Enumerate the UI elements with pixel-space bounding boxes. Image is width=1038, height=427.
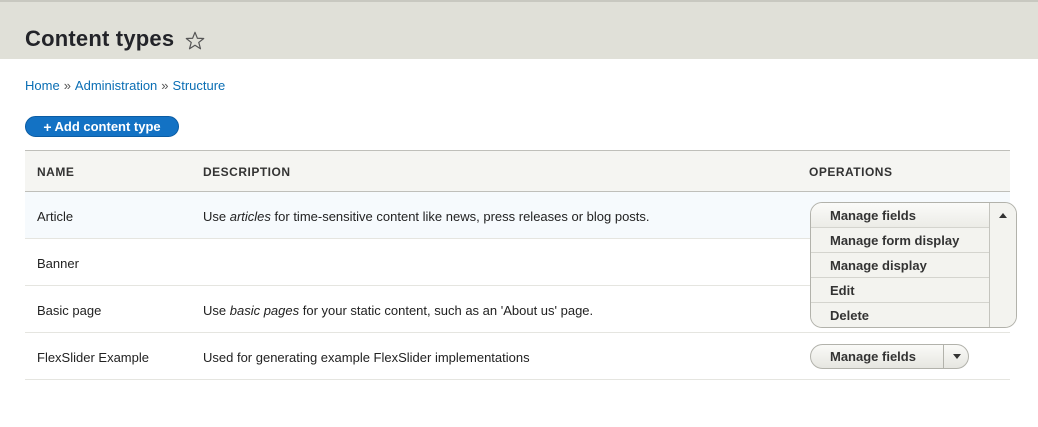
table-header: NAME DESCRIPTION OPERATIONS — [25, 150, 1010, 192]
row-description: Use articles for time-sensitive content … — [203, 209, 650, 224]
operations-dropdown-menu: Manage fields Manage form display Manage… — [810, 202, 1017, 328]
row-description: Used for generating example FlexSlider i… — [203, 350, 530, 365]
row-name: Article — [37, 209, 74, 224]
menu-item-manage-form-display[interactable]: Manage form display — [811, 228, 991, 253]
page-header: Content types — [0, 0, 1038, 59]
breadcrumb-separator: » — [63, 78, 71, 93]
table-row: FlexSlider Example Used for generating e… — [25, 333, 1010, 380]
plus-icon: + — [43, 118, 52, 135]
row-name: FlexSlider Example — [37, 350, 149, 365]
row-name: Banner — [37, 256, 79, 271]
manage-fields-button[interactable]: Manage fields — [811, 345, 944, 368]
add-content-type-label: Add content type — [54, 119, 161, 134]
column-header-operations: OPERATIONS — [809, 165, 893, 179]
add-content-type-button[interactable]: + Add content type — [25, 116, 179, 137]
operations-toggle[interactable] — [989, 203, 1016, 327]
breadcrumb: Home» Administration» Structure — [25, 78, 225, 93]
star-icon[interactable] — [184, 30, 206, 52]
menu-item-manage-fields[interactable]: Manage fields — [811, 203, 991, 228]
operations-dropbutton: Manage fields — [810, 344, 969, 369]
row-description: Use basic pages for your static content,… — [203, 303, 594, 318]
menu-item-edit[interactable]: Edit — [811, 278, 991, 303]
breadcrumb-structure[interactable]: Structure — [173, 78, 226, 93]
breadcrumb-administration[interactable]: Administration — [75, 78, 157, 93]
chevron-down-icon — [953, 354, 961, 359]
operations-toggle[interactable] — [943, 345, 968, 368]
breadcrumb-separator: » — [161, 78, 169, 93]
page-title: Content types — [25, 26, 175, 51]
breadcrumb-home[interactable]: Home — [25, 78, 60, 93]
row-name: Basic page — [37, 303, 102, 318]
menu-item-manage-display[interactable]: Manage display — [811, 253, 991, 278]
chevron-up-icon — [999, 213, 1007, 218]
column-header-name: NAME — [37, 165, 75, 179]
column-header-description: DESCRIPTION — [203, 165, 291, 179]
menu-item-delete[interactable]: Delete — [811, 303, 991, 327]
